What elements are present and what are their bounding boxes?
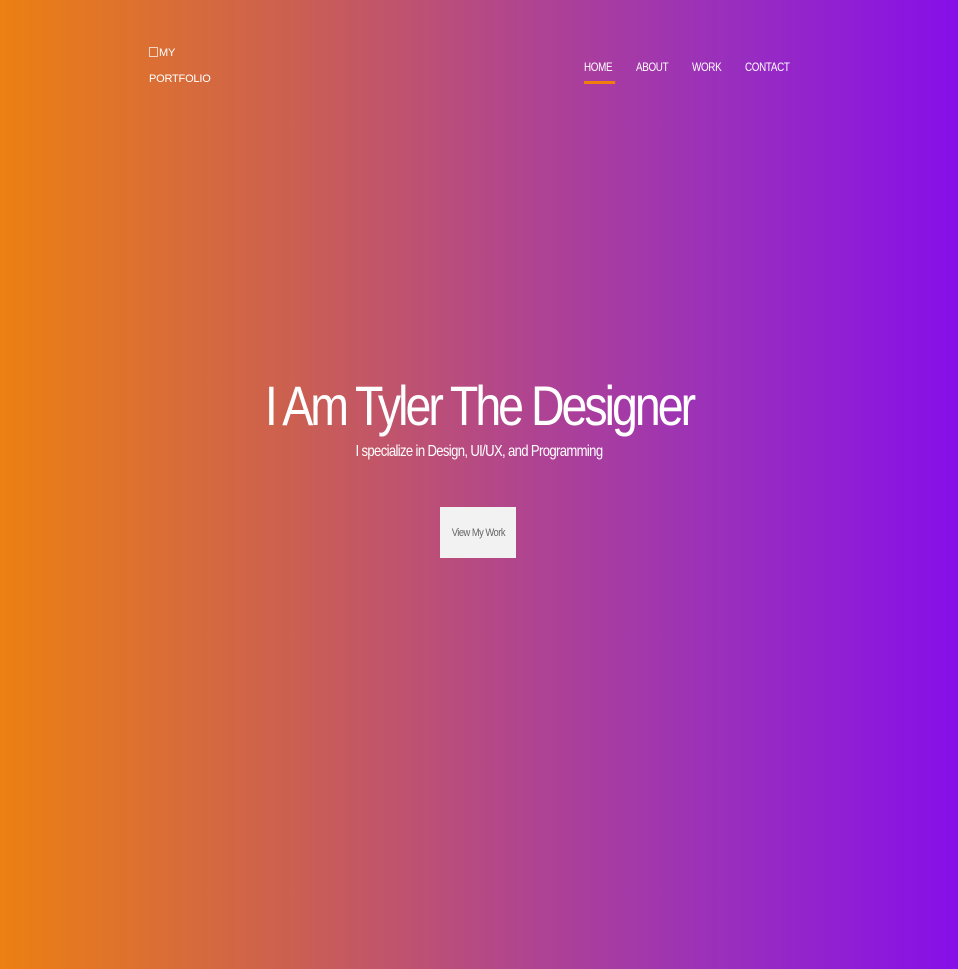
logo-line-1: MY [149,40,209,66]
nav-item-contact[interactable]: CONTACT [745,59,790,84]
hero-section: I Am Tyler The Designer I specialize in … [0,370,958,462]
nav-item-work[interactable]: WORK [692,59,722,84]
logo-alt-text-1: MY [159,47,176,59]
hero-title: I Am Tyler The Designer [264,374,696,437]
hero-tagline: I specialize in Design, UI/UX, and Progr… [355,443,604,460]
view-my-work-label: View My Work [451,526,505,539]
broken-image-icon [149,47,158,57]
logo[interactable]: MY PORTFOLIO [149,40,211,92]
nav-item-about[interactable]: ABOUT [636,59,669,84]
nav-item-home[interactable]: HOME [584,59,617,84]
main-nav: HOME ABOUT WORK CONTACT [584,59,799,84]
view-my-work-button[interactable]: View My Work [440,507,516,558]
logo-alt-text-2: PORTFOLIO [149,73,211,85]
page: MY PORTFOLIO HOME ABOUT WORK CONTACT I A… [0,0,958,969]
